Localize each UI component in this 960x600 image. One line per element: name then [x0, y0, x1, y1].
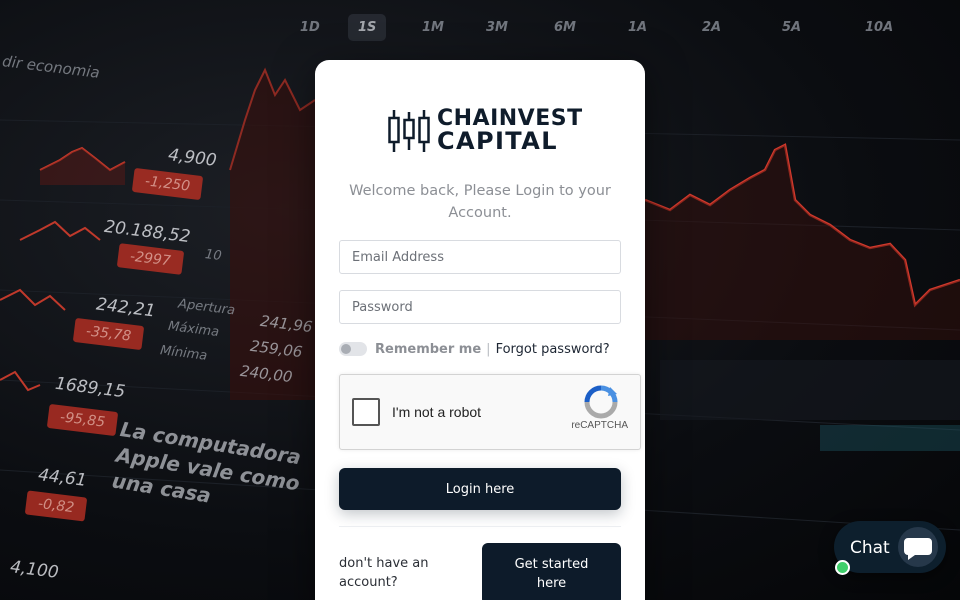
background-change: -1,250 — [131, 167, 204, 201]
background-value: 4,900 — [166, 145, 218, 171]
background-label: 241,96 — [259, 311, 314, 337]
remember-me-toggle[interactable] — [339, 342, 367, 356]
background-change: -2997 — [116, 243, 184, 275]
timeframe-label: 6M — [554, 20, 576, 35]
brand-name: CHAINVEST CAPITAL — [437, 108, 583, 155]
separator: | — [486, 341, 491, 357]
background-label: Apertura — [177, 296, 236, 319]
timeframe-label: 2A — [702, 20, 722, 35]
background-value: 20.188,52 — [103, 216, 192, 248]
background-change: -35,78 — [72, 317, 145, 351]
timeframe-label: 1D — [300, 20, 320, 35]
timeframe-label: 10A — [865, 20, 894, 35]
forgot-password-link[interactable]: Forgot password? — [496, 342, 610, 357]
remember-me-label[interactable]: Remember me — [375, 342, 481, 357]
background-change: -0,82 — [24, 490, 88, 522]
recaptcha-checkbox[interactable] — [352, 398, 380, 426]
divider — [339, 526, 621, 527]
chat-label: Chat — [850, 538, 890, 558]
background-label: Mínima — [159, 343, 209, 364]
recaptcha-widget: I'm not a robot reCAPTCHA — [339, 374, 641, 450]
brand-line-2: CAPITAL — [437, 127, 558, 155]
timeframe-label: 3M — [486, 20, 508, 35]
toggle-knob — [341, 344, 351, 354]
timeframe-label-active: 1S — [348, 14, 387, 41]
background-change: -95,85 — [46, 403, 119, 437]
speech-bubble-icon — [904, 538, 932, 560]
background-value: 242,21 — [95, 294, 157, 322]
background-caption: dir economia — [1, 52, 101, 82]
chat-bubble-icon — [898, 527, 938, 567]
background-value: 4,100 — [8, 557, 60, 583]
login-card: CHAINVEST CAPITAL Welcome back, Please L… — [315, 60, 645, 600]
timeframe-label: 1M — [422, 20, 444, 35]
candlestick-icon — [388, 110, 430, 152]
background-value: 44,61 — [36, 465, 88, 491]
timeframe-label: 1A — [628, 20, 648, 35]
background-label: 240,00 — [239, 361, 294, 387]
timeframe-label: 5A — [782, 20, 802, 35]
online-status-dot — [835, 560, 850, 575]
remember-row: Remember me | Forgot password? — [339, 340, 610, 358]
email-field[interactable] — [339, 240, 621, 274]
background-headline: La computadora Apple vale como una casa — [110, 417, 303, 508]
login-button[interactable]: Login here — [339, 468, 621, 510]
recaptcha-label: I'm not a robot — [392, 404, 482, 420]
background-label: 10 — [204, 247, 223, 264]
recaptcha-brand: reCAPTCHA — [571, 420, 628, 431]
password-field[interactable] — [339, 290, 621, 324]
background-value: 1689,15 — [54, 373, 127, 403]
no-account-text: don't have an account? — [339, 556, 429, 590]
welcome-message: Welcome back, Please Login to your Accou… — [349, 183, 611, 221]
get-started-button[interactable]: Get started here — [482, 543, 621, 600]
background-label: 259,06 — [249, 336, 304, 362]
chainvest-logo: CHAINVEST CAPITAL — [387, 108, 582, 154]
background-label: Máxima — [167, 318, 220, 341]
chat-widget[interactable]: Chat — [834, 521, 946, 573]
recaptcha-logo-icon — [584, 385, 618, 419]
